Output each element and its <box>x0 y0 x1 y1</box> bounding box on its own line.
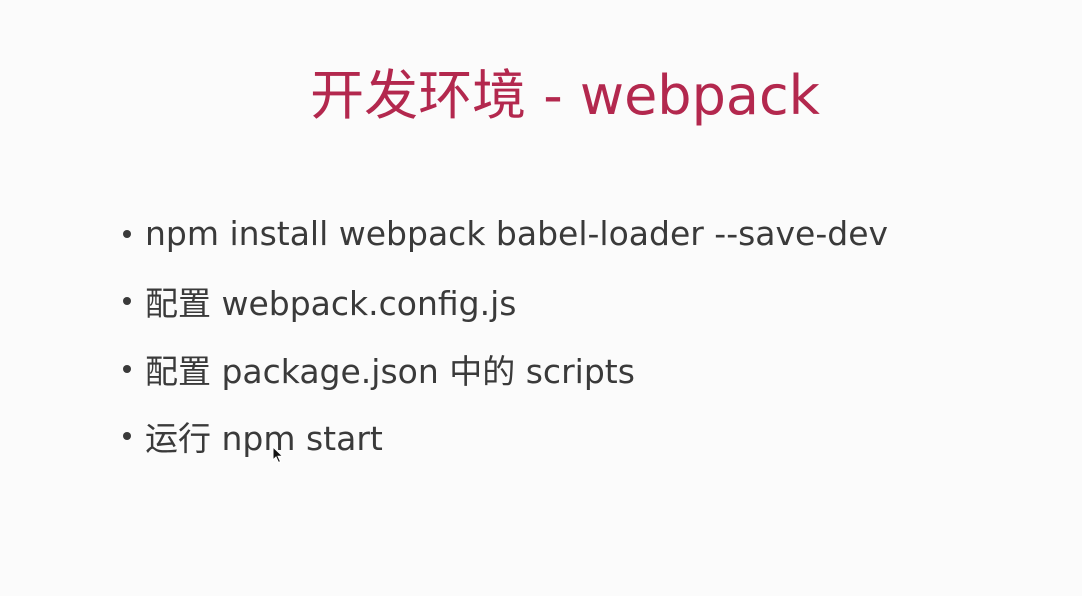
slide-title: 开发环境 - webpack <box>310 64 820 127</box>
presentation-slide: 开发环境 - webpack npm install webpack babel… <box>0 0 1082 596</box>
bullet-dot-icon <box>123 229 131 238</box>
mouse-pointer-icon <box>272 446 284 464</box>
bullet-dot-icon <box>123 431 131 440</box>
bullet-text: 配置 webpack.config.js <box>145 284 517 323</box>
bullet-text: npm install webpack babel-loader --save-… <box>145 214 889 253</box>
list-item: 配置 package.json 中的 scripts <box>120 335 888 402</box>
list-item: 运行 npm start <box>120 402 888 469</box>
bullet-list: npm install webpack babel-loader --save-… <box>120 200 888 469</box>
list-item: npm install webpack babel-loader --save-… <box>120 200 888 267</box>
list-item: 配置 webpack.config.js <box>120 267 888 335</box>
bullet-text: 运行 npm start <box>145 418 383 458</box>
bullet-dot-icon <box>123 297 131 305</box>
bullet-dot-icon <box>123 364 131 373</box>
bullet-text: 配置 package.json 中的 scripts <box>145 351 635 391</box>
